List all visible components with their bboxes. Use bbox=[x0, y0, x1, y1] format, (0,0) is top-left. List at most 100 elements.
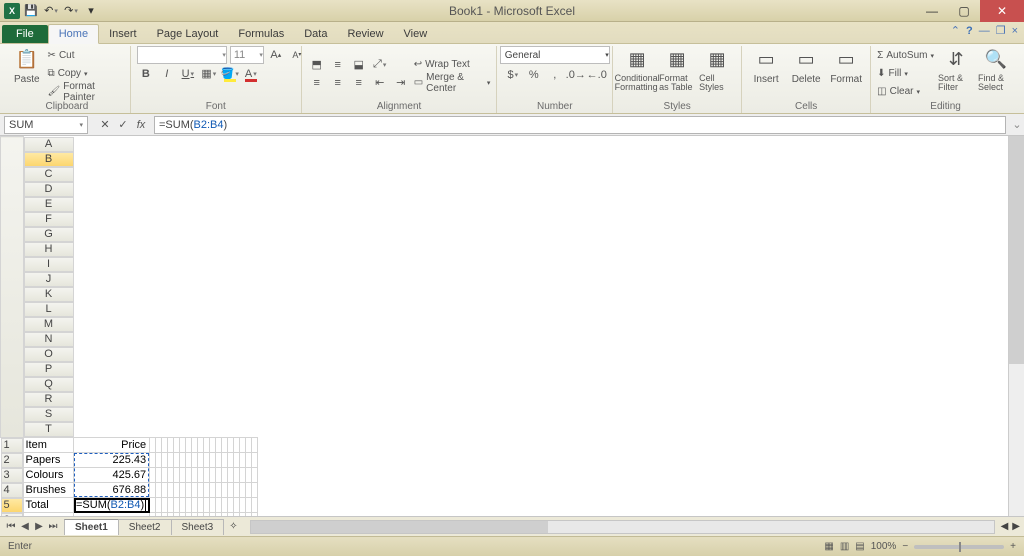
cell-A2[interactable]: Papers bbox=[23, 453, 74, 468]
underline-button[interactable]: U bbox=[179, 65, 197, 83]
cell-T1[interactable] bbox=[252, 437, 258, 453]
formula-input[interactable]: =SUM(B2:B4) bbox=[154, 116, 1006, 134]
col-header-P[interactable]: P bbox=[24, 362, 74, 377]
cell-A5[interactable]: Total bbox=[23, 498, 74, 513]
sheet-nav-next-icon[interactable]: ▶ bbox=[32, 521, 46, 532]
qat-customize-icon[interactable]: ▾ bbox=[82, 2, 100, 20]
col-header-N[interactable]: N bbox=[24, 332, 74, 347]
col-header-G[interactable]: G bbox=[24, 227, 74, 242]
minimize-ribbon-icon[interactable]: ⌃ bbox=[951, 24, 960, 37]
percent-format-button[interactable]: % bbox=[525, 66, 543, 84]
col-header-Q[interactable]: Q bbox=[24, 377, 74, 392]
scroll-left-icon[interactable]: ◀ bbox=[1001, 521, 1009, 532]
align-top-button[interactable]: ⬒ bbox=[308, 56, 326, 74]
horizontal-scrollbar[interactable] bbox=[250, 520, 995, 534]
format-cells-button[interactable]: ▭Format bbox=[828, 48, 864, 100]
col-header-O[interactable]: O bbox=[24, 347, 74, 362]
fill-color-button[interactable]: 🪣 bbox=[221, 65, 239, 83]
font-color-button[interactable]: A bbox=[242, 65, 260, 83]
col-header-F[interactable]: F bbox=[24, 212, 74, 227]
vertical-scroll-thumb[interactable] bbox=[1009, 136, 1024, 364]
row-header-2[interactable]: 2 bbox=[1, 453, 23, 468]
sheet-nav-last-icon[interactable]: ⏭ bbox=[46, 521, 60, 532]
vertical-scrollbar[interactable] bbox=[1008, 136, 1024, 516]
cancel-formula-icon[interactable]: ✕ bbox=[96, 118, 114, 131]
col-header-D[interactable]: D bbox=[24, 182, 74, 197]
view-normal-icon[interactable]: ▦ bbox=[824, 541, 833, 552]
decrease-decimal-button[interactable]: ←.0 bbox=[588, 66, 606, 84]
align-right-button[interactable]: ≡ bbox=[350, 74, 368, 92]
sheet-tab-1[interactable]: Sheet1 bbox=[64, 519, 119, 535]
cell-T6[interactable] bbox=[252, 513, 258, 517]
name-box[interactable]: SUM▾ bbox=[4, 116, 88, 134]
cell-T3[interactable] bbox=[252, 468, 258, 483]
copy-button[interactable]: ⧉Copy▾ bbox=[48, 65, 124, 82]
align-left-button[interactable]: ≡ bbox=[308, 74, 326, 92]
col-header-M[interactable]: M bbox=[24, 317, 74, 332]
cell-B3[interactable]: 425.67 bbox=[74, 468, 150, 483]
tab-home[interactable]: Home bbox=[48, 24, 99, 44]
row-header-6[interactable]: 6 bbox=[1, 513, 23, 517]
redo-button[interactable]: ↷ bbox=[62, 2, 80, 20]
zoom-in-icon[interactable]: + bbox=[1010, 541, 1016, 552]
mdi-min-icon[interactable]: — bbox=[979, 25, 990, 37]
maximize-button[interactable]: ▢ bbox=[948, 0, 980, 22]
cell-T2[interactable] bbox=[252, 453, 258, 468]
enter-formula-icon[interactable]: ✓ bbox=[114, 118, 132, 131]
expand-formula-bar-icon[interactable]: ⌄ bbox=[1010, 118, 1024, 131]
fx-icon[interactable]: fx bbox=[132, 119, 150, 131]
minimize-button[interactable]: — bbox=[916, 0, 948, 22]
tab-formulas[interactable]: Formulas bbox=[228, 25, 294, 43]
find-select-button[interactable]: 🔍Find & Select bbox=[978, 48, 1014, 100]
tab-view[interactable]: View bbox=[394, 25, 438, 43]
paste-button[interactable]: 📋 Paste bbox=[10, 48, 44, 100]
cell-B1[interactable]: Price bbox=[74, 437, 150, 453]
cut-button[interactable]: ✂Cut bbox=[48, 47, 124, 64]
cell-A6[interactable] bbox=[23, 513, 74, 517]
fill-button[interactable]: ⬇Fill▾ bbox=[877, 65, 934, 82]
wrap-text-button[interactable]: ↩Wrap Text bbox=[414, 56, 491, 73]
accounting-format-button[interactable]: $ bbox=[504, 66, 522, 84]
clear-button[interactable]: ◫Clear▾ bbox=[877, 83, 934, 100]
tab-data[interactable]: Data bbox=[294, 25, 337, 43]
autosum-button[interactable]: ΣAutoSum▾ bbox=[877, 47, 934, 64]
orientation-button[interactable]: ⤢ bbox=[371, 56, 389, 74]
col-header-L[interactable]: L bbox=[24, 302, 74, 317]
col-header-J[interactable]: J bbox=[24, 272, 74, 287]
tab-page-layout[interactable]: Page Layout bbox=[147, 25, 229, 43]
undo-button[interactable]: ↶ bbox=[42, 2, 60, 20]
bold-button[interactable]: B bbox=[137, 65, 155, 83]
format-as-table-button[interactable]: ▦Format as Table bbox=[659, 48, 695, 100]
scroll-right-icon[interactable]: ▶ bbox=[1008, 521, 1024, 532]
col-header-H[interactable]: H bbox=[24, 242, 74, 257]
sheet-nav-prev-icon[interactable]: ◀ bbox=[18, 521, 32, 532]
close-button[interactable]: ✕ bbox=[980, 0, 1024, 22]
border-button[interactable]: ▦ bbox=[200, 65, 218, 83]
font-size-select[interactable]: 11▾ bbox=[230, 46, 264, 64]
cell-A4[interactable]: Brushes bbox=[23, 483, 74, 498]
sort-filter-button[interactable]: ⇵Sort & Filter bbox=[938, 48, 974, 100]
cell-T5[interactable] bbox=[252, 498, 258, 513]
merge-center-button[interactable]: ▭Merge & Center▾ bbox=[414, 74, 491, 91]
col-header-R[interactable]: R bbox=[24, 392, 74, 407]
conditional-formatting-button[interactable]: ▦Conditional Formatting bbox=[619, 48, 655, 100]
help-icon[interactable]: ? bbox=[966, 25, 973, 37]
grid[interactable]: ABCDEFGHIJKLMNOPQRST1ItemPrice2Papers225… bbox=[0, 136, 258, 516]
save-icon[interactable]: 💾 bbox=[22, 2, 40, 20]
sheet-tab-3[interactable]: Sheet3 bbox=[171, 519, 225, 535]
indent-decrease-button[interactable]: ⇤ bbox=[371, 74, 389, 92]
cell-B2[interactable]: 225.43 bbox=[74, 453, 150, 468]
cell-A3[interactable]: Colours bbox=[23, 468, 74, 483]
align-center-button[interactable]: ≡ bbox=[329, 74, 347, 92]
indent-increase-button[interactable]: ⇥ bbox=[392, 74, 410, 92]
cell-A1[interactable]: Item bbox=[23, 437, 74, 453]
row-header-5[interactable]: 5 bbox=[1, 498, 23, 513]
horizontal-scroll-thumb[interactable] bbox=[251, 521, 548, 533]
tab-insert[interactable]: Insert bbox=[99, 25, 147, 43]
row-header-1[interactable]: 1 bbox=[1, 438, 23, 453]
cell-B6[interactable] bbox=[74, 513, 150, 517]
align-bottom-button[interactable]: ⬓ bbox=[350, 56, 368, 74]
tab-review[interactable]: Review bbox=[337, 25, 393, 43]
format-painter-button[interactable]: 🖌Format Painter bbox=[48, 83, 124, 100]
col-header-A[interactable]: A bbox=[24, 137, 74, 152]
